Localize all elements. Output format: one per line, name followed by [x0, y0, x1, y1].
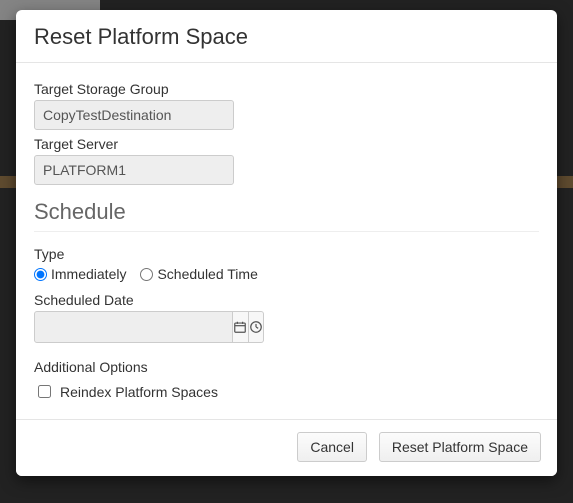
reindex-checkbox-label: Reindex Platform Spaces	[60, 384, 218, 400]
scheduled-date-group	[34, 311, 264, 343]
type-radio-scheduled[interactable]: Scheduled Time	[140, 266, 257, 282]
type-radio-immediately-input[interactable]	[34, 268, 47, 281]
type-label: Type	[34, 246, 539, 262]
dialog-header: Reset Platform Space	[16, 10, 557, 63]
scheduled-date-input[interactable]	[34, 311, 233, 343]
schedule-heading: Schedule	[34, 199, 539, 225]
calendar-button[interactable]	[233, 311, 249, 343]
type-radio-group: Immediately Scheduled Time	[34, 266, 539, 282]
calendar-icon	[233, 320, 247, 334]
reindex-checkbox[interactable]	[38, 385, 51, 398]
type-radio-scheduled-input[interactable]	[140, 268, 153, 281]
reindex-checkbox-row[interactable]: Reindex Platform Spaces	[34, 382, 218, 401]
divider	[34, 231, 539, 232]
scheduled-date-label: Scheduled Date	[34, 292, 539, 308]
target-server-label: Target Server	[34, 136, 539, 152]
target-server-field[interactable]	[34, 155, 234, 185]
dialog-footer: Cancel Reset Platform Space	[16, 419, 557, 476]
dialog-body: Target Storage Group Target Server Sched…	[16, 63, 557, 419]
time-button[interactable]	[249, 311, 265, 343]
reset-platform-space-dialog: Reset Platform Space Target Storage Grou…	[16, 10, 557, 476]
target-storage-group-field[interactable]	[34, 100, 234, 130]
dialog-title: Reset Platform Space	[34, 24, 539, 50]
target-storage-group-label: Target Storage Group	[34, 81, 539, 97]
additional-options-label: Additional Options	[34, 359, 539, 375]
type-radio-scheduled-label: Scheduled Time	[157, 266, 257, 282]
clock-icon	[249, 320, 263, 334]
type-radio-immediately[interactable]: Immediately	[34, 266, 126, 282]
type-radio-immediately-label: Immediately	[51, 266, 126, 282]
cancel-button[interactable]: Cancel	[297, 432, 367, 462]
reset-platform-space-button[interactable]: Reset Platform Space	[379, 432, 541, 462]
